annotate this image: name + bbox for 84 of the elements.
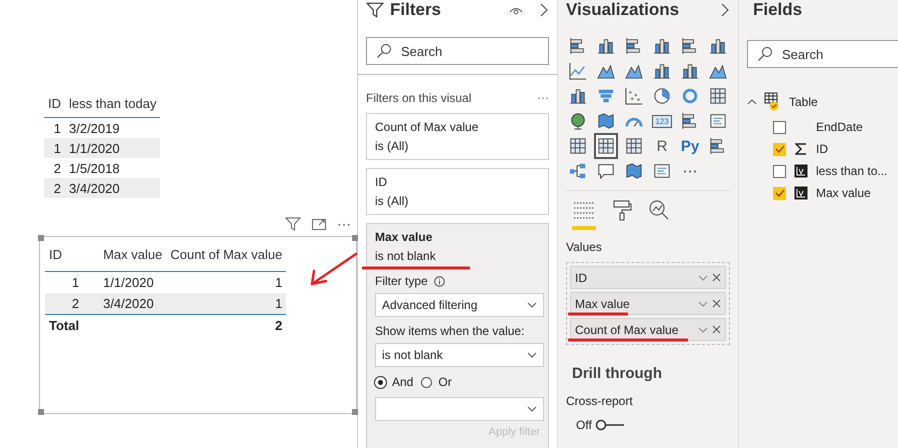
field-label: Cross-report: [566, 394, 634, 408]
section-label: Filters on this visual: [366, 91, 472, 105]
table-visual[interactable]: ID Max value Count of Max value 1 1/1/2020 1 2 3/4/2020 1 Total 2: [39, 236, 357, 414]
focus-mode-icon[interactable]: [311, 216, 327, 232]
table-cell: 1: [166, 272, 286, 293]
pane-title: Filters: [390, 0, 442, 20]
resize-handle[interactable]: [352, 409, 358, 415]
table-cell: 3/2/2019: [65, 118, 160, 138]
close-icon[interactable]: [712, 325, 721, 334]
filter-type-dropdown[interactable]: Advanced filtering: [375, 293, 544, 317]
filter-field-name: Max value: [375, 230, 434, 244]
chevron-down-icon[interactable]: [698, 300, 708, 306]
table-cell: 1/1/2020: [83, 272, 166, 293]
radio-option[interactable]: Or: [421, 375, 452, 389]
field-label: Filter type: [375, 274, 428, 288]
chevron-down-icon: [527, 406, 537, 412]
chevron-right-icon[interactable]: [720, 3, 730, 17]
chevron-icon: [747, 99, 757, 105]
field-well-item[interactable]: Count of Max value: [570, 318, 726, 341]
filter-condition: is not blank: [375, 249, 437, 263]
field-item[interactable]: ID: [773, 142, 898, 156]
chevron-right-icon[interactable]: [539, 3, 549, 17]
resize-handle[interactable]: [38, 235, 44, 241]
section-label: Values: [566, 240, 603, 254]
field-item[interactable]: less than to...: [773, 164, 898, 178]
visual-type-button[interactable]: R: [656, 138, 668, 154]
column-header: Max value: [83, 243, 166, 272]
pane-title: Fields: [753, 0, 802, 20]
resize-handle[interactable]: [352, 235, 358, 241]
table-cell: 2: [44, 158, 65, 178]
table-cell: 2: [44, 178, 65, 198]
pane-title: Visualizations: [566, 0, 680, 20]
filter-icon[interactable]: [285, 216, 301, 232]
chevron-down-icon: [527, 352, 537, 358]
cross-report-toggle[interactable]: Off: [576, 418, 625, 432]
close-icon[interactable]: [712, 273, 721, 282]
filter-card[interactable]: Count of Max value is (All): [366, 113, 549, 160]
table-cell: 2: [45, 293, 84, 314]
sigma-icon: [795, 143, 807, 155]
total-value: 2: [166, 314, 286, 336]
filter-field-name: ID: [375, 175, 388, 189]
filter-condition: is (All): [375, 139, 410, 153]
more-options-button[interactable]: ⋯: [337, 216, 351, 232]
table-cell: 1: [166, 293, 286, 314]
checkbox[interactable]: [773, 164, 786, 178]
radio-option[interactable]: And: [375, 375, 414, 389]
field-label: Show items when the value:: [375, 324, 526, 338]
column-header: ID: [44, 94, 65, 118]
field-item[interactable]: Max value: [773, 186, 898, 200]
table-icon[interactable]: [594, 133, 618, 159]
table-cell: 1/1/2020: [65, 138, 160, 158]
table-cell: 1: [45, 272, 84, 293]
filter-icon: [366, 1, 384, 19]
column-header: less than today: [65, 94, 160, 118]
close-icon[interactable]: [712, 299, 721, 308]
filter-condition: is (All): [375, 194, 410, 208]
more-options-button[interactable]: ⋯: [537, 91, 549, 105]
resize-handle[interactable]: [38, 409, 44, 415]
operator-dropdown[interactable]: is not blank: [375, 343, 544, 367]
visual-type-button[interactable]: ⋯: [682, 162, 698, 180]
filter-field-name: Count of Max value: [375, 120, 480, 134]
chevron-down-icon: [527, 302, 537, 308]
section-title: Drill through: [572, 365, 663, 382]
chevron-down-icon[interactable]: [698, 274, 708, 280]
visual-type-button[interactable]: Py: [680, 138, 700, 154]
total-label: Total: [45, 314, 84, 336]
table-cell: 1: [44, 118, 65, 138]
table-cell: 3/4/2020: [83, 293, 166, 314]
chevron-down-icon[interactable]: [698, 326, 708, 332]
field-item[interactable]: EndDate: [773, 120, 898, 134]
column-header: ID: [45, 243, 84, 272]
table-cell: 1/5/2018: [65, 158, 160, 178]
field-well-item[interactable]: ID: [570, 266, 726, 289]
column-header: Count of Max value: [166, 243, 286, 272]
search-field[interactable]: Search: [366, 37, 549, 65]
field-well-item[interactable]: Max value: [570, 292, 726, 315]
checkbox[interactable]: [773, 120, 786, 134]
search-field[interactable]: Search: [747, 40, 898, 68]
info-icon[interactable]: [434, 276, 445, 286]
table-node[interactable]: Table: [747, 92, 898, 112]
card-icon[interactable]: 123: [652, 114, 672, 128]
table-cell: 1: [44, 138, 65, 158]
filter-card[interactable]: ID is (All): [366, 168, 549, 215]
table-cell: 3/4/2020: [65, 178, 160, 198]
